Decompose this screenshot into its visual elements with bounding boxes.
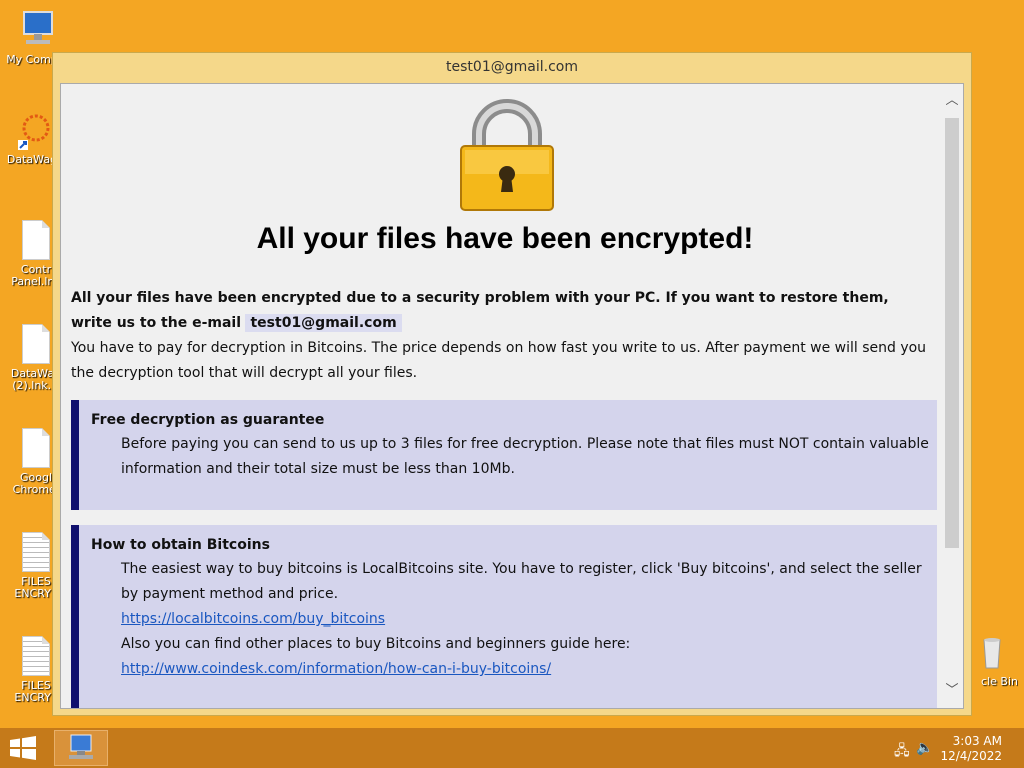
clock-date: 12/4/2022: [940, 749, 1002, 763]
starburst-icon: [16, 110, 50, 150]
padlock-icon: [459, 98, 555, 212]
contact-email[interactable]: test01@gmail.com: [245, 314, 402, 332]
coindesk-link[interactable]: http://www.coindesk.com/information/how-…: [121, 661, 551, 677]
chevron-up-icon[interactable]: ︿: [941, 90, 963, 112]
document-icon: [22, 324, 50, 364]
chevron-down-icon[interactable]: ﹀: [941, 680, 963, 702]
bitcoin-body-1: The easiest way to buy bitcoins is Local…: [121, 561, 922, 602]
bitcoin-title: How to obtain Bitcoins: [91, 537, 270, 553]
windows-start-icon[interactable]: [8, 736, 38, 760]
guarantee-section: Free decryption as guarantee Before payi…: [71, 400, 937, 510]
ransom-note-window[interactable]: test01@gmail.com All your files have bee…: [52, 52, 972, 716]
scroll-thumb[interactable]: [945, 118, 959, 548]
taskbar: 🖧 🔈 3:03 AM 12/4/2022: [0, 728, 1024, 768]
intro-payment-text: You have to pay for decryption in Bitcoi…: [71, 340, 927, 381]
clock-time: 3:03 AM: [952, 734, 1002, 748]
computer-icon: [16, 10, 53, 50]
document-icon: [22, 428, 50, 468]
text-file-icon: [22, 636, 50, 676]
bitcoin-section: How to obtain Bitcoins The easiest way t…: [71, 525, 937, 708]
text-file-icon: [22, 532, 50, 572]
intro-text: All your files have been encrypted due t…: [71, 286, 931, 386]
content-pane: All your files have been encrypted! All …: [61, 84, 941, 708]
clock[interactable]: 3:03 AM 12/4/2022: [940, 734, 1002, 764]
taskbar-app-button[interactable]: [54, 730, 108, 766]
volume-icon[interactable]: 🔈: [916, 740, 933, 756]
window-content: All your files have been encrypted! All …: [60, 83, 964, 709]
intro-bold-text: All your files have been encrypted due t…: [71, 290, 889, 331]
vertical-scrollbar[interactable]: ︿ ﹀: [941, 84, 963, 708]
bitcoin-body-2: Also you can find other places to buy Bi…: [121, 636, 631, 652]
system-tray: 🖧 🔈 3:03 AM 12/4/2022: [884, 728, 1024, 768]
trash-icon: [972, 632, 1004, 672]
network-icon[interactable]: 🖧: [894, 740, 910, 764]
localbitcoins-link[interactable]: https://localbitcoins.com/buy_bitcoins: [121, 611, 385, 627]
window-title: test01@gmail.com: [446, 59, 578, 75]
guarantee-body: Before paying you can send to us up to 3…: [121, 436, 929, 477]
guarantee-title: Free decryption as guarantee: [91, 412, 325, 428]
document-icon: [22, 220, 50, 260]
page-title: All your files have been encrypted!: [256, 222, 754, 255]
